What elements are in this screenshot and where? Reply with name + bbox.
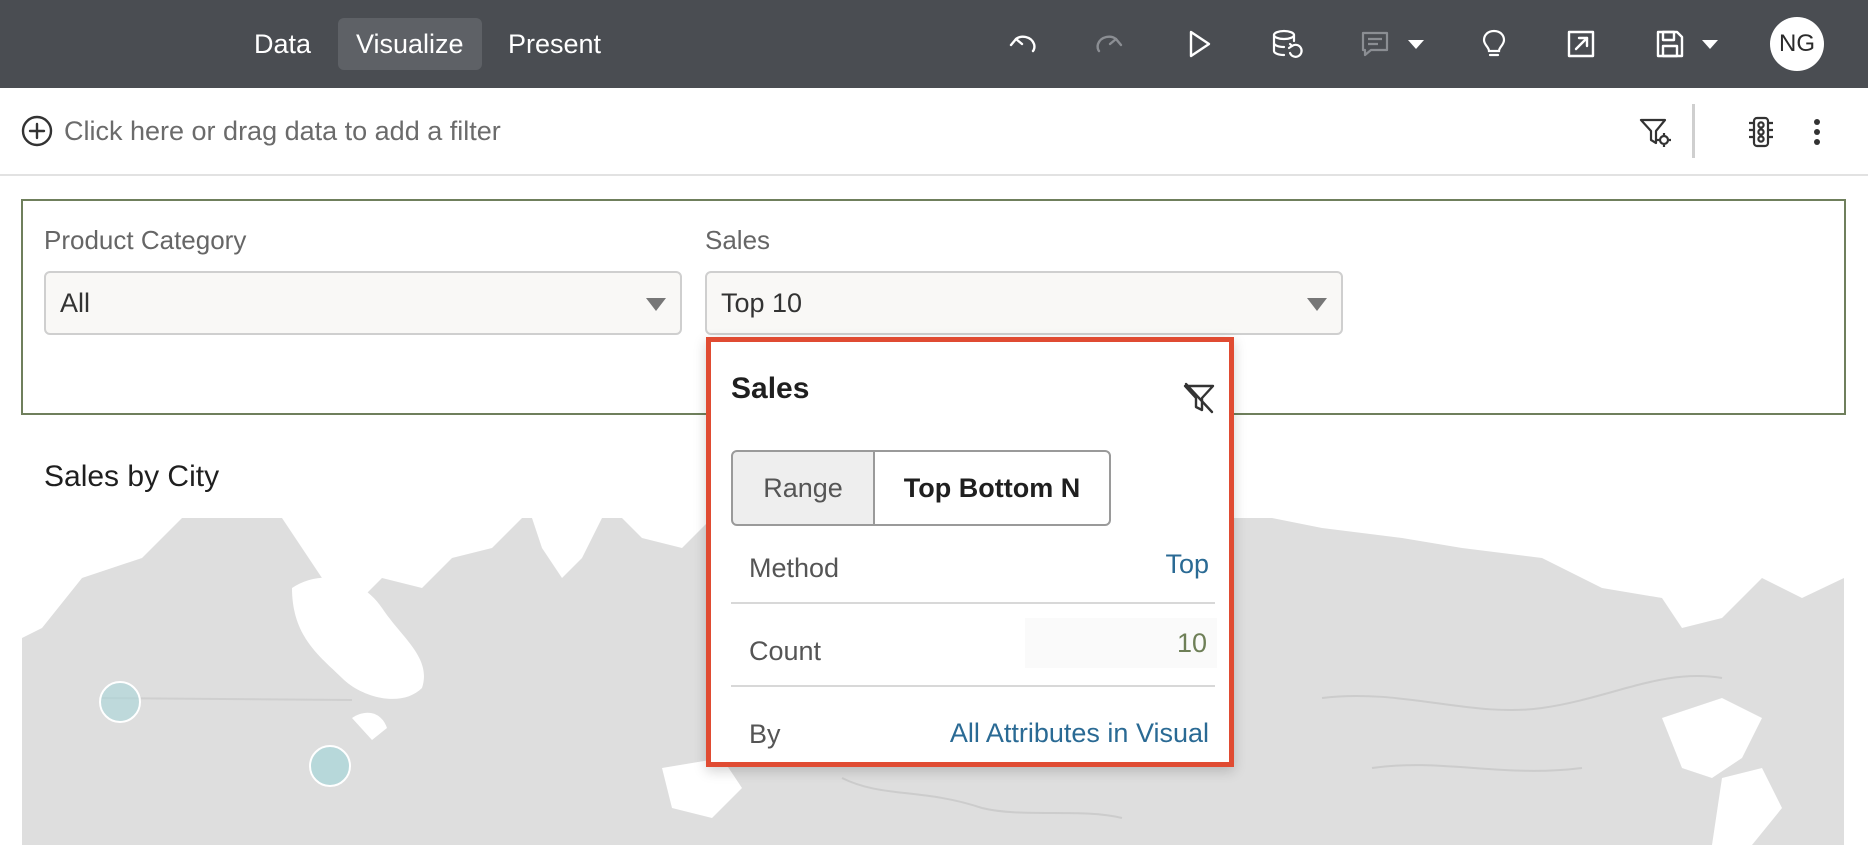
insights-lightbulb-icon[interactable] [1472, 22, 1516, 66]
comment-icon[interactable] [1353, 22, 1397, 66]
count-value: 10 [1176, 628, 1207, 658]
popup-title: Sales [731, 372, 810, 405]
by-value[interactable]: All Attributes in Visual [950, 718, 1209, 749]
count-label: Count [749, 636, 822, 666]
filter-bar: Click here or drag data to add a filter [0, 88, 1868, 176]
range-tab[interactable]: Range [731, 450, 875, 526]
add-filter-icon[interactable] [20, 114, 54, 148]
clear-filter-icon[interactable] [1181, 380, 1217, 416]
tab-data[interactable]: Data [236, 18, 329, 70]
sales-filter-value: Top 10 [721, 288, 803, 318]
visualization-title: Sales by City [44, 460, 220, 493]
toolbar-divider [1692, 104, 1695, 158]
filter-settings-icon[interactable] [1633, 110, 1677, 154]
method-value[interactable]: Top [1165, 549, 1209, 580]
chevron-down-icon [646, 298, 666, 311]
sales-filter-select[interactable]: Top 10 [705, 271, 1343, 335]
sales-filter-popup: Sales Range Top Bottom N Method Top Coun… [706, 337, 1234, 767]
add-filter-placeholder[interactable]: Click here or drag data to add a filter [64, 116, 501, 147]
run-icon[interactable] [1177, 22, 1221, 66]
export-icon[interactable] [1559, 22, 1603, 66]
user-avatar[interactable]: NG [1770, 17, 1824, 71]
undo-icon[interactable] [1000, 22, 1044, 66]
divider [731, 685, 1215, 687]
count-input[interactable]: 10 [1025, 618, 1217, 668]
product-category-value: All [60, 288, 91, 318]
divider [731, 602, 1215, 604]
product-category-label: Product Category [44, 225, 247, 255]
save-icon[interactable] [1648, 22, 1692, 66]
tab-visualize[interactable]: Visualize [338, 18, 482, 70]
save-dropdown-caret-icon[interactable] [1688, 22, 1732, 66]
comment-dropdown-caret-icon[interactable] [1394, 22, 1438, 66]
refresh-data-icon[interactable] [1265, 22, 1309, 66]
map-bubble[interactable] [309, 745, 351, 787]
by-label: By [749, 719, 781, 749]
top-bottom-n-tab[interactable]: Top Bottom N [873, 450, 1111, 526]
chevron-down-icon [1307, 298, 1327, 311]
sales-filter-label: Sales [705, 225, 771, 255]
redo-icon[interactable] [1088, 22, 1132, 66]
method-label: Method [749, 553, 840, 583]
more-options-icon[interactable] [1795, 110, 1839, 154]
product-category-select[interactable]: All [44, 271, 682, 335]
map-bubble[interactable] [99, 681, 141, 723]
tab-present[interactable]: Present [490, 18, 619, 70]
top-toolbar: Data Visualize Present NG [0, 0, 1868, 88]
traffic-light-icon[interactable] [1739, 110, 1783, 154]
